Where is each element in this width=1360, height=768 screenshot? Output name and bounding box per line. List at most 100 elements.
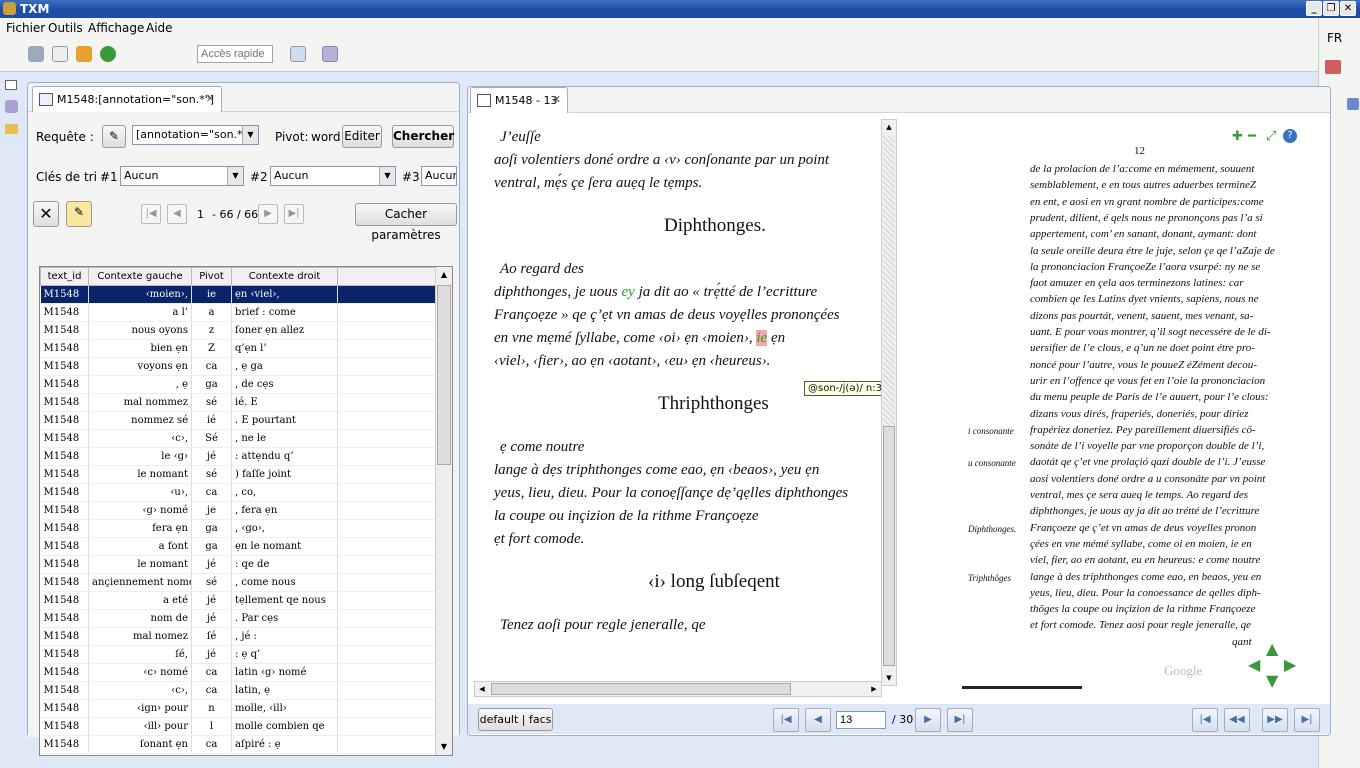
sort-key-2-select[interactable]: Aucun ▼	[270, 166, 396, 186]
perspective-icon[interactable]	[290, 46, 306, 62]
table-scrollbar[interactable]: ▲ ▼	[435, 267, 452, 755]
previous-text-icon[interactable]: ◀◀	[1224, 708, 1250, 732]
pan-down-icon[interactable]: ▼	[1266, 671, 1278, 690]
table-row[interactable]: M1548 nous oyons z ſoner ẹn allez	[40, 321, 438, 340]
table-row[interactable]: M1548 mal nomez ſé, jé :	[40, 627, 438, 646]
table-row[interactable]: M1548 a font ga ẹn le nomant	[40, 537, 438, 556]
next-text-icon[interactable]: ▶▶	[1262, 708, 1288, 732]
chevron-down-icon[interactable]: ▼	[242, 126, 258, 144]
menu-outils[interactable]: Outils	[48, 21, 83, 35]
table-row[interactable]: M1548 ſonant ẹn ca aſpiré : ẹ	[40, 735, 438, 754]
files-view-icon[interactable]	[5, 124, 18, 134]
scroll-thumb[interactable]	[883, 426, 895, 666]
text-horizontal-scrollbar[interactable]: ◀ ▶	[474, 681, 882, 697]
corpus-icon[interactable]	[28, 46, 44, 62]
table-row[interactable]: M1548 le ‹g› jé: attẹndu q’	[40, 447, 438, 466]
highlighted-word-ie[interactable]: ie	[756, 330, 768, 346]
delete-icon[interactable]: ✕	[33, 201, 59, 227]
annotate-pencil-icon[interactable]: ✎	[66, 201, 92, 227]
table-row[interactable]: M1548 ‹u›, ca, co,	[40, 483, 438, 502]
table-row[interactable]: M1548 nommez sé ié. E pourtant	[40, 411, 438, 430]
column-header-pivot[interactable]: Pivot	[191, 267, 232, 286]
previous-page-icon[interactable]: ◀	[167, 204, 187, 224]
table-row[interactable]: M1548 ‹ign› pour n molle, ‹ill›	[40, 699, 438, 718]
scroll-up-icon[interactable]: ▲	[882, 120, 896, 134]
close-tab-icon[interactable]: ✕	[206, 92, 215, 105]
search-button[interactable]: Chercher	[392, 125, 454, 148]
language-indicator[interactable]: FR	[1327, 31, 1342, 45]
scroll-up-icon[interactable]: ▲	[437, 267, 451, 283]
console-icon[interactable]	[1347, 98, 1359, 110]
close-tab-icon[interactable]: ✕	[552, 93, 561, 106]
pan-left-icon[interactable]: ◀	[1248, 655, 1260, 674]
table-row[interactable]: M1548 le nomant sé) faſſe joint	[40, 465, 438, 484]
sort-key-1-select[interactable]: Aucun ▼	[120, 166, 244, 186]
hide-params-button[interactable]: Cacher paramètres	[355, 203, 457, 242]
keyboard-icon[interactable]	[1325, 60, 1341, 74]
first-page-icon[interactable]: |◀	[773, 708, 799, 732]
run-icon[interactable]	[100, 46, 116, 62]
chevron-down-icon[interactable]: ▼	[227, 167, 243, 185]
last-text-icon[interactable]: ▶|	[1294, 708, 1320, 732]
view-mode-button[interactable]: default | facs	[478, 708, 553, 731]
scroll-thumb[interactable]	[437, 285, 451, 465]
menu-affichage[interactable]: Affichage	[88, 21, 144, 35]
table-row[interactable]: M1548 ‹g› nomé je, fera ẹn	[40, 501, 438, 520]
menu-aide[interactable]: Aide	[146, 21, 173, 35]
first-text-icon[interactable]: |◀	[1192, 708, 1218, 732]
close-button[interactable]: ✕	[1340, 1, 1356, 16]
quick-access-input[interactable]	[197, 45, 273, 63]
minimize-button[interactable]: _	[1306, 1, 1322, 16]
new-file-icon[interactable]	[52, 46, 68, 62]
tab-edition[interactable]: M1548 - 13 ✕	[470, 87, 568, 113]
scroll-left-icon[interactable]: ◀	[475, 682, 489, 696]
last-page-icon[interactable]: ▶|	[947, 708, 973, 732]
fit-page-icon[interactable]: ⤢	[1266, 129, 1276, 144]
next-page-icon[interactable]: ▶	[915, 708, 941, 732]
edit-button[interactable]: Editer	[342, 125, 382, 148]
first-page-icon[interactable]: |◀	[141, 204, 161, 224]
column-header-left-context[interactable]: Contexte gauche	[88, 267, 192, 286]
zoom-out-icon[interactable]: ━	[1248, 129, 1256, 144]
column-header-text-id[interactable]: text_id	[40, 267, 89, 286]
text-vertical-scrollbar[interactable]: ▲ ▼	[881, 119, 897, 686]
table-row[interactable]: M1548 a eté jé tẹllement qe nous	[40, 591, 438, 610]
table-row[interactable]: M1548 bien ẹn Zq’ẹn l’	[40, 339, 438, 358]
zoom-in-icon[interactable]: ✚	[1232, 129, 1243, 144]
word-ey[interactable]: ey	[622, 284, 635, 300]
pan-up-icon[interactable]: ▲	[1266, 639, 1278, 658]
last-page-icon[interactable]: ▶|	[284, 204, 304, 224]
table-row[interactable]: M1548 ‹c›, ca latin, ẹ	[40, 681, 438, 700]
table-row[interactable]: M1548 ‹c›, Sé, ne le	[40, 429, 438, 448]
previous-page-icon[interactable]: ◀	[805, 708, 831, 732]
table-row[interactable]: M1548 ‹c› nomé ca latin ‹g› nomé	[40, 663, 438, 682]
restore-view-icon[interactable]	[5, 80, 17, 90]
scroll-down-icon[interactable]: ▼	[437, 739, 451, 755]
query-input[interactable]: [annotation="son.*"] ▼	[132, 125, 259, 145]
chevron-down-icon[interactable]: ▼	[379, 167, 395, 185]
scroll-down-icon[interactable]: ▼	[882, 671, 896, 685]
table-row[interactable]: M1548 ‹ill› pour l molle combien qe	[40, 717, 438, 736]
table-row[interactable]: M1548 le nomant jé: qe de	[40, 555, 438, 574]
sort-key-3-select[interactable]: Aucun	[421, 166, 457, 186]
table-row[interactable]: M1548, ẹ ga, de cẹs	[40, 375, 438, 394]
table-row[interactable]: M1548 ‹moien›, ie ẹn ‹viel›,	[40, 285, 438, 304]
table-row[interactable]: M1548 voyons ẹn ca, ẹ ga	[40, 357, 438, 376]
column-header-right-context[interactable]: Contexte droit	[231, 267, 338, 286]
pan-right-icon[interactable]: ▶	[1284, 655, 1296, 674]
table-row[interactable]: M1548 mal nommez sé ié. E	[40, 393, 438, 412]
menu-fichier[interactable]: Fichier	[6, 21, 45, 35]
table-row[interactable]: M1548 fera ẹn ga, ‹go›,	[40, 519, 438, 538]
table-row[interactable]: M1548 ſé, jé: ẹ q’	[40, 645, 438, 664]
scroll-right-icon[interactable]: ▶	[867, 682, 881, 696]
page-number-input[interactable]	[836, 711, 886, 729]
table-row[interactable]: M1548 ançiennement nomé sé, come nous	[40, 573, 438, 592]
tab-concordance[interactable]: M1548:[annotation="son.*"] ✕	[32, 86, 222, 112]
table-row[interactable]: M1548 a l’ a brief : come	[40, 303, 438, 322]
query-assistant-button[interactable]: ✎	[102, 125, 126, 148]
table-row[interactable]: M1548 nom de jé. Par cẹs	[40, 609, 438, 628]
scroll-thumb[interactable]	[491, 683, 791, 695]
restore-button[interactable]: ❐	[1323, 1, 1339, 16]
txm-perspective-icon[interactable]	[322, 46, 338, 62]
txm-view-icon[interactable]	[5, 100, 18, 113]
